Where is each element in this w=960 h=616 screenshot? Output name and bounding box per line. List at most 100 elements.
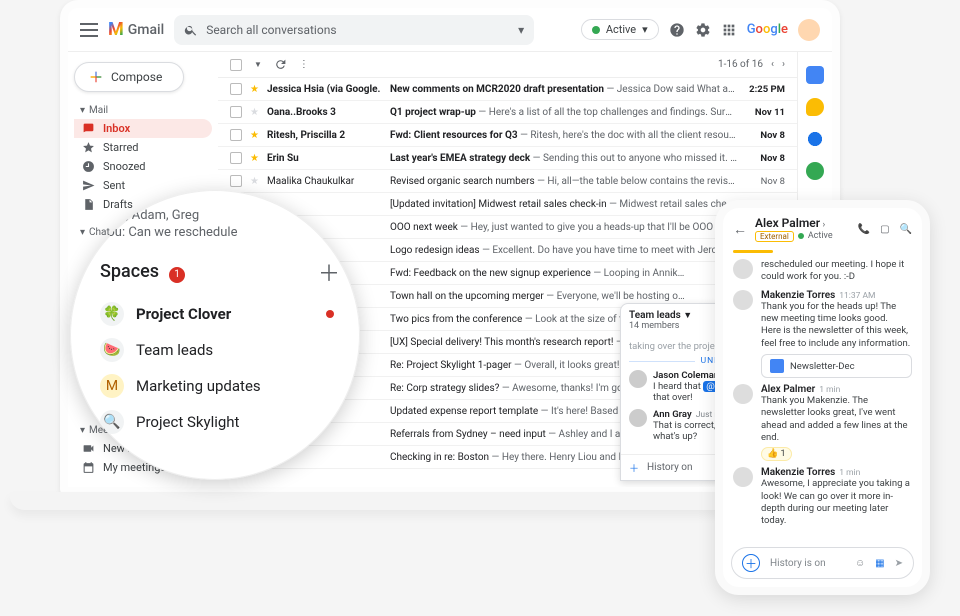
email-row[interactable]: ★Jessica Hsia (via Google.New comments o… (218, 78, 797, 101)
search-placeholder: Search all conversations (198, 23, 518, 37)
sidebar-item-snoozed[interactable]: Snoozed (74, 157, 212, 176)
search-dropdown-icon[interactable]: ▾ (518, 23, 524, 37)
phone-header: ← Alex Palmer › External Active 📞 ▢ 🔍 (723, 208, 922, 250)
back-icon[interactable]: ← (733, 221, 747, 238)
row-checkbox[interactable] (230, 106, 242, 118)
chevron-down-icon[interactable]: ▼ (254, 60, 262, 69)
spaces-unread-badge: 1 (169, 267, 185, 283)
row-checkbox[interactable] (230, 129, 242, 141)
refresh-icon[interactable] (274, 58, 287, 71)
email-time: Nov 8 (745, 153, 785, 164)
phone-mock: ← Alex Palmer › External Active 📞 ▢ 🔍 re… (715, 200, 930, 595)
space-avatar-icon: 🍉 (100, 338, 124, 362)
more-icon[interactable]: ⋮ (299, 59, 309, 70)
space-item[interactable]: 🍀 Project Clover (100, 296, 340, 332)
avatar (733, 290, 753, 310)
inbox-label: Inbox (103, 122, 130, 135)
compose-button[interactable]: Compose (74, 62, 184, 92)
space-item[interactable]: MMarketing updates (100, 368, 340, 404)
reaction-chip[interactable]: 👍 1 (761, 447, 792, 461)
row-checkbox[interactable] (230, 175, 242, 187)
phone-image-icon[interactable]: ▦ (875, 558, 884, 569)
space-label: Project Clover (136, 305, 231, 323)
email-line: Revised organic search numbers — Hi, all… (390, 176, 737, 187)
star-icon[interactable]: ★ (250, 130, 259, 141)
sent-label: Sent (103, 179, 125, 192)
sidebar-item-starred[interactable]: Starred (74, 138, 212, 157)
contacts-addon-icon[interactable] (806, 162, 824, 180)
chevron-down-icon: ▾ (80, 425, 85, 436)
spaces-heading[interactable]: Spaces (100, 261, 159, 282)
email-sender: Oana..Brooks 3 (267, 107, 382, 118)
google-wordmark[interactable]: Google (747, 22, 788, 37)
video-icon (82, 442, 95, 455)
chat-title[interactable]: Team leads (629, 310, 681, 321)
chevron-down-icon: ▾ (80, 227, 85, 238)
mail-section-label: Mail (89, 105, 108, 116)
chat-add-icon[interactable]: ＋ (629, 460, 639, 475)
star-icon[interactable]: ★ (250, 84, 259, 95)
email-row[interactable]: ★Maalika ChaukulkarRevised organic searc… (218, 170, 797, 193)
unread-dot-icon (326, 310, 334, 318)
msg-sender: Alex Palmer (761, 384, 815, 395)
phone-emoji-icon[interactable]: ☺ (855, 558, 865, 569)
row-checkbox[interactable] (230, 152, 242, 164)
space-item[interactable]: 🔍Project Skylight (100, 404, 340, 440)
email-row[interactable]: ★Ritesh, Priscilla 2Fwd: Client resource… (218, 124, 797, 147)
email-row[interactable]: ★Oana..Brooks 3Q1 project wrap-up — Here… (218, 101, 797, 124)
tasks-addon-icon[interactable] (806, 130, 824, 148)
msg-text: rescheduled our meeting. I hope it could… (761, 259, 912, 284)
phone-compose-placeholder: History is on (770, 558, 845, 569)
spaces-add-icon[interactable]: ＋ (318, 256, 340, 288)
avatar (733, 467, 753, 487)
star-icon[interactable]: ★ (250, 176, 259, 187)
email-line: Town hall on the upcoming merger — Every… (390, 291, 737, 302)
star-icon[interactable]: ★ (250, 107, 259, 118)
prev-page-icon[interactable]: ‹ (771, 59, 774, 70)
file-attachment[interactable]: Newsletter-Dec (761, 354, 912, 378)
menu-icon[interactable] (80, 23, 98, 37)
phone-thread[interactable]: rescheduled our meeting. I hope it could… (723, 259, 922, 528)
msg-text: Thank you Makenzie. The newsletter looks… (761, 395, 912, 444)
chevron-down-icon[interactable]: ▼ (683, 311, 692, 321)
chevron-right-icon: › (823, 220, 826, 230)
phone-video-icon[interactable]: ▢ (880, 224, 889, 235)
search-icon (184, 23, 198, 37)
phone-send-icon[interactable]: ➤ (895, 558, 903, 569)
email-sender: Erin Su (267, 153, 382, 164)
phone-call-icon[interactable]: 📞 (858, 224, 870, 235)
apps-icon[interactable] (721, 22, 737, 38)
chat-members: 14 members (629, 321, 692, 331)
calendar-addon-icon[interactable] (806, 66, 824, 84)
search-box[interactable]: Search all conversations ▾ (174, 15, 534, 45)
spaces-magnifier: …ien, Adam, Greg You: Can we reschedule … (70, 190, 360, 480)
chat-fragment-2: You: Can we reschedule (100, 225, 340, 240)
email-row[interactable]: ★Erin SuLast year's EMEA strategy deck —… (218, 147, 797, 170)
phone-contact-name[interactable]: Alex Palmer (755, 216, 820, 230)
phone-tab-indicator (733, 250, 773, 253)
star-icon[interactable]: ★ (250, 153, 259, 164)
select-all-checkbox[interactable] (230, 59, 242, 71)
row-checkbox[interactable] (230, 83, 242, 95)
gmail-logo[interactable]: M Gmail (108, 19, 164, 40)
phone-search-icon[interactable]: 🔍 (900, 224, 912, 235)
account-avatar[interactable] (798, 19, 820, 41)
space-avatar-icon: 🍀 (100, 302, 124, 326)
help-icon[interactable] (669, 22, 685, 38)
email-sender: Ritesh, Priscilla 2 (267, 130, 382, 141)
keep-addon-icon[interactable] (806, 98, 824, 116)
starred-label: Starred (103, 141, 139, 154)
msg-time: 1 min (839, 468, 860, 478)
gmail-wordmark: Gmail (128, 22, 164, 38)
chevron-down-icon: ▾ (80, 105, 85, 116)
phone-compose-bar[interactable]: ＋ History is on ☺ ▦ ➤ (731, 547, 914, 579)
phone-add-icon[interactable]: ＋ (742, 554, 760, 572)
sidebar-item-inbox[interactable]: Inbox (74, 119, 212, 138)
next-page-icon[interactable]: › (782, 59, 785, 70)
space-item[interactable]: 🍉Team leads (100, 332, 340, 368)
msg-sender: Makenzie Torres (761, 467, 835, 478)
mail-section-toggle[interactable]: ▾ Mail (74, 102, 212, 119)
status-pill[interactable]: Active ▾ (581, 19, 659, 40)
docs-icon (770, 359, 784, 373)
settings-icon[interactable] (695, 22, 711, 38)
